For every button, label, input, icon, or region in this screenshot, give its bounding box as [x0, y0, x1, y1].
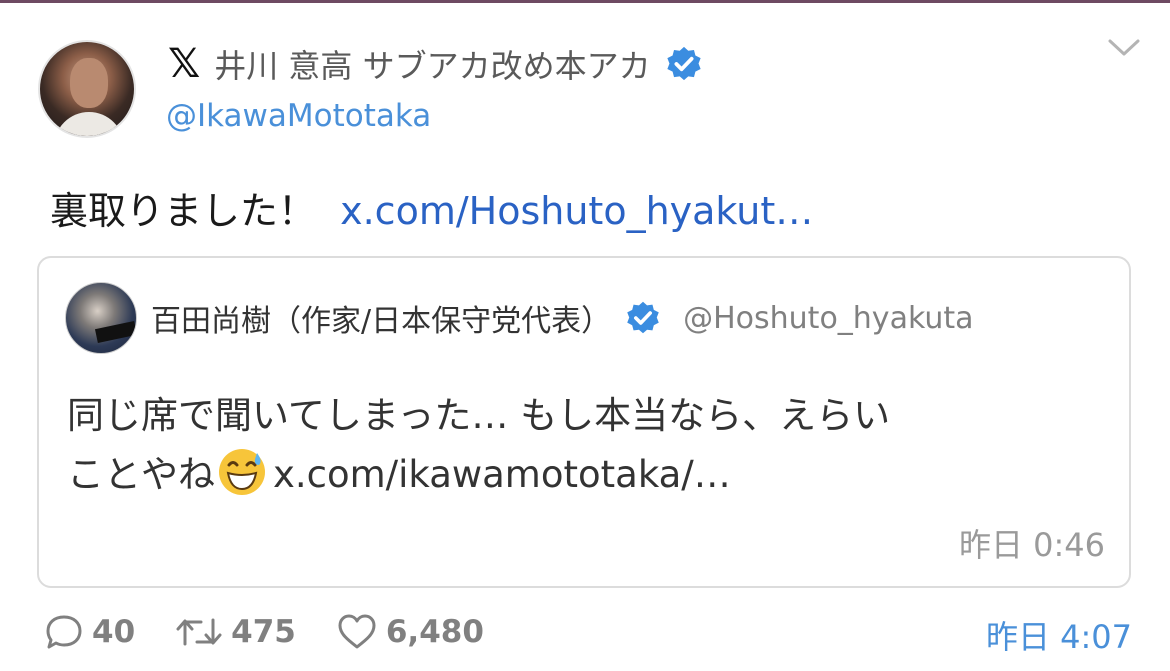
quoted-text-line2: ことやね: [67, 453, 215, 496]
quoted-tweet-card[interactable]: 百田尚樹（作家/日本保守党代表） @Hoshuto_hyakuta 同じ席で聞い…: [37, 256, 1131, 588]
tweet-link[interactable]: x.com/Hoshuto_hyakut…: [340, 189, 813, 233]
quoted-text-line1: 同じ席で聞いてしまった… もし本当なら、えらい: [67, 394, 891, 437]
author-avatar[interactable]: [38, 40, 136, 138]
tweet-body: 裏取りました！ x.com/Hoshuto_hyakut…: [50, 180, 813, 235]
author-handle[interactable]: @IkawaMototaka: [166, 98, 431, 134]
tweet-actions: 40 475 6,480: [44, 610, 524, 654]
top-divider: [0, 0, 1170, 3]
heart-icon: [338, 614, 376, 649]
author-name[interactable]: 井川 意高 サブアカ改め本アカ: [214, 41, 650, 87]
grinning-sweat-emoji-icon: [219, 449, 265, 495]
x-logo-icon: 𝕏: [168, 41, 201, 87]
like-count: 6,480: [385, 614, 484, 650]
reply-button[interactable]: 40: [44, 612, 135, 652]
quoted-timestamp: 昨日 0:46: [958, 526, 1105, 564]
avatar-band: [94, 320, 136, 344]
tweet-text: 裏取りました！: [50, 189, 317, 233]
quoted-author-row: 百田尚樹（作家/日本保守党代表） @Hoshuto_hyakuta: [151, 296, 974, 340]
avatar-face: [70, 58, 108, 108]
verified-badge-icon: [666, 46, 701, 81]
retweet-button[interactable]: 475: [175, 612, 296, 652]
reply-count: 40: [92, 614, 136, 650]
avatar-shirt: [54, 112, 124, 136]
chevron-down-icon[interactable]: [1106, 36, 1142, 60]
tweet-timestamp[interactable]: 昨日 4:07: [986, 612, 1132, 658]
verified-badge-icon: [627, 301, 659, 334]
quoted-author-avatar[interactable]: [65, 282, 137, 354]
retweet-icon: [176, 618, 222, 646]
reply-icon: [46, 615, 82, 649]
quoted-tweet-text: 同じ席で聞いてしまった… もし本当なら、えらい ことやね x.com/ikawa…: [67, 386, 1097, 504]
quoted-author-handle[interactable]: @Hoshuto_hyakuta: [683, 301, 973, 336]
author-row: 𝕏 井川 意高 サブアカ改め本アカ: [168, 42, 703, 86]
like-button[interactable]: 6,480: [336, 612, 484, 652]
quoted-tweet-link[interactable]: x.com/ikawamototaka/…: [273, 453, 731, 496]
quoted-author-name[interactable]: 百田尚樹（作家/日本保守党代表）: [151, 296, 611, 340]
retweet-count: 475: [231, 614, 296, 650]
